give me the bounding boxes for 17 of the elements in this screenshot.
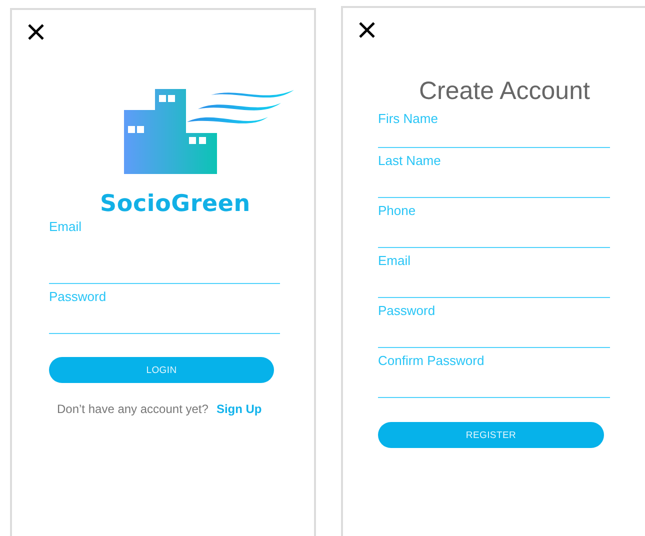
logo-icon [123, 89, 295, 177]
sign-up-link[interactable]: Sign Up [216, 402, 262, 416]
input-field[interactable]: Firs Name [378, 106, 610, 148]
input-field[interactable]: Password [378, 298, 610, 348]
input-field[interactable]: Email [378, 248, 610, 298]
close-button[interactable] [27, 23, 45, 41]
login-button[interactable]: LOGIN [49, 357, 274, 383]
input-field[interactable]: Password [49, 284, 280, 334]
register-button[interactable]: REGISTER [378, 422, 604, 448]
input-field[interactable]: Last Name [378, 148, 610, 198]
page-title: Create Account [419, 77, 591, 106]
input-field[interactable]: Confirm Password [378, 348, 610, 398]
input-field[interactable]: Phone [378, 198, 610, 248]
signup-prompt: Don’t have any account yet? [57, 402, 208, 416]
brand-name: SocioGreen [100, 191, 252, 217]
close-button[interactable] [358, 21, 376, 39]
input-field[interactable]: Email [49, 214, 280, 284]
